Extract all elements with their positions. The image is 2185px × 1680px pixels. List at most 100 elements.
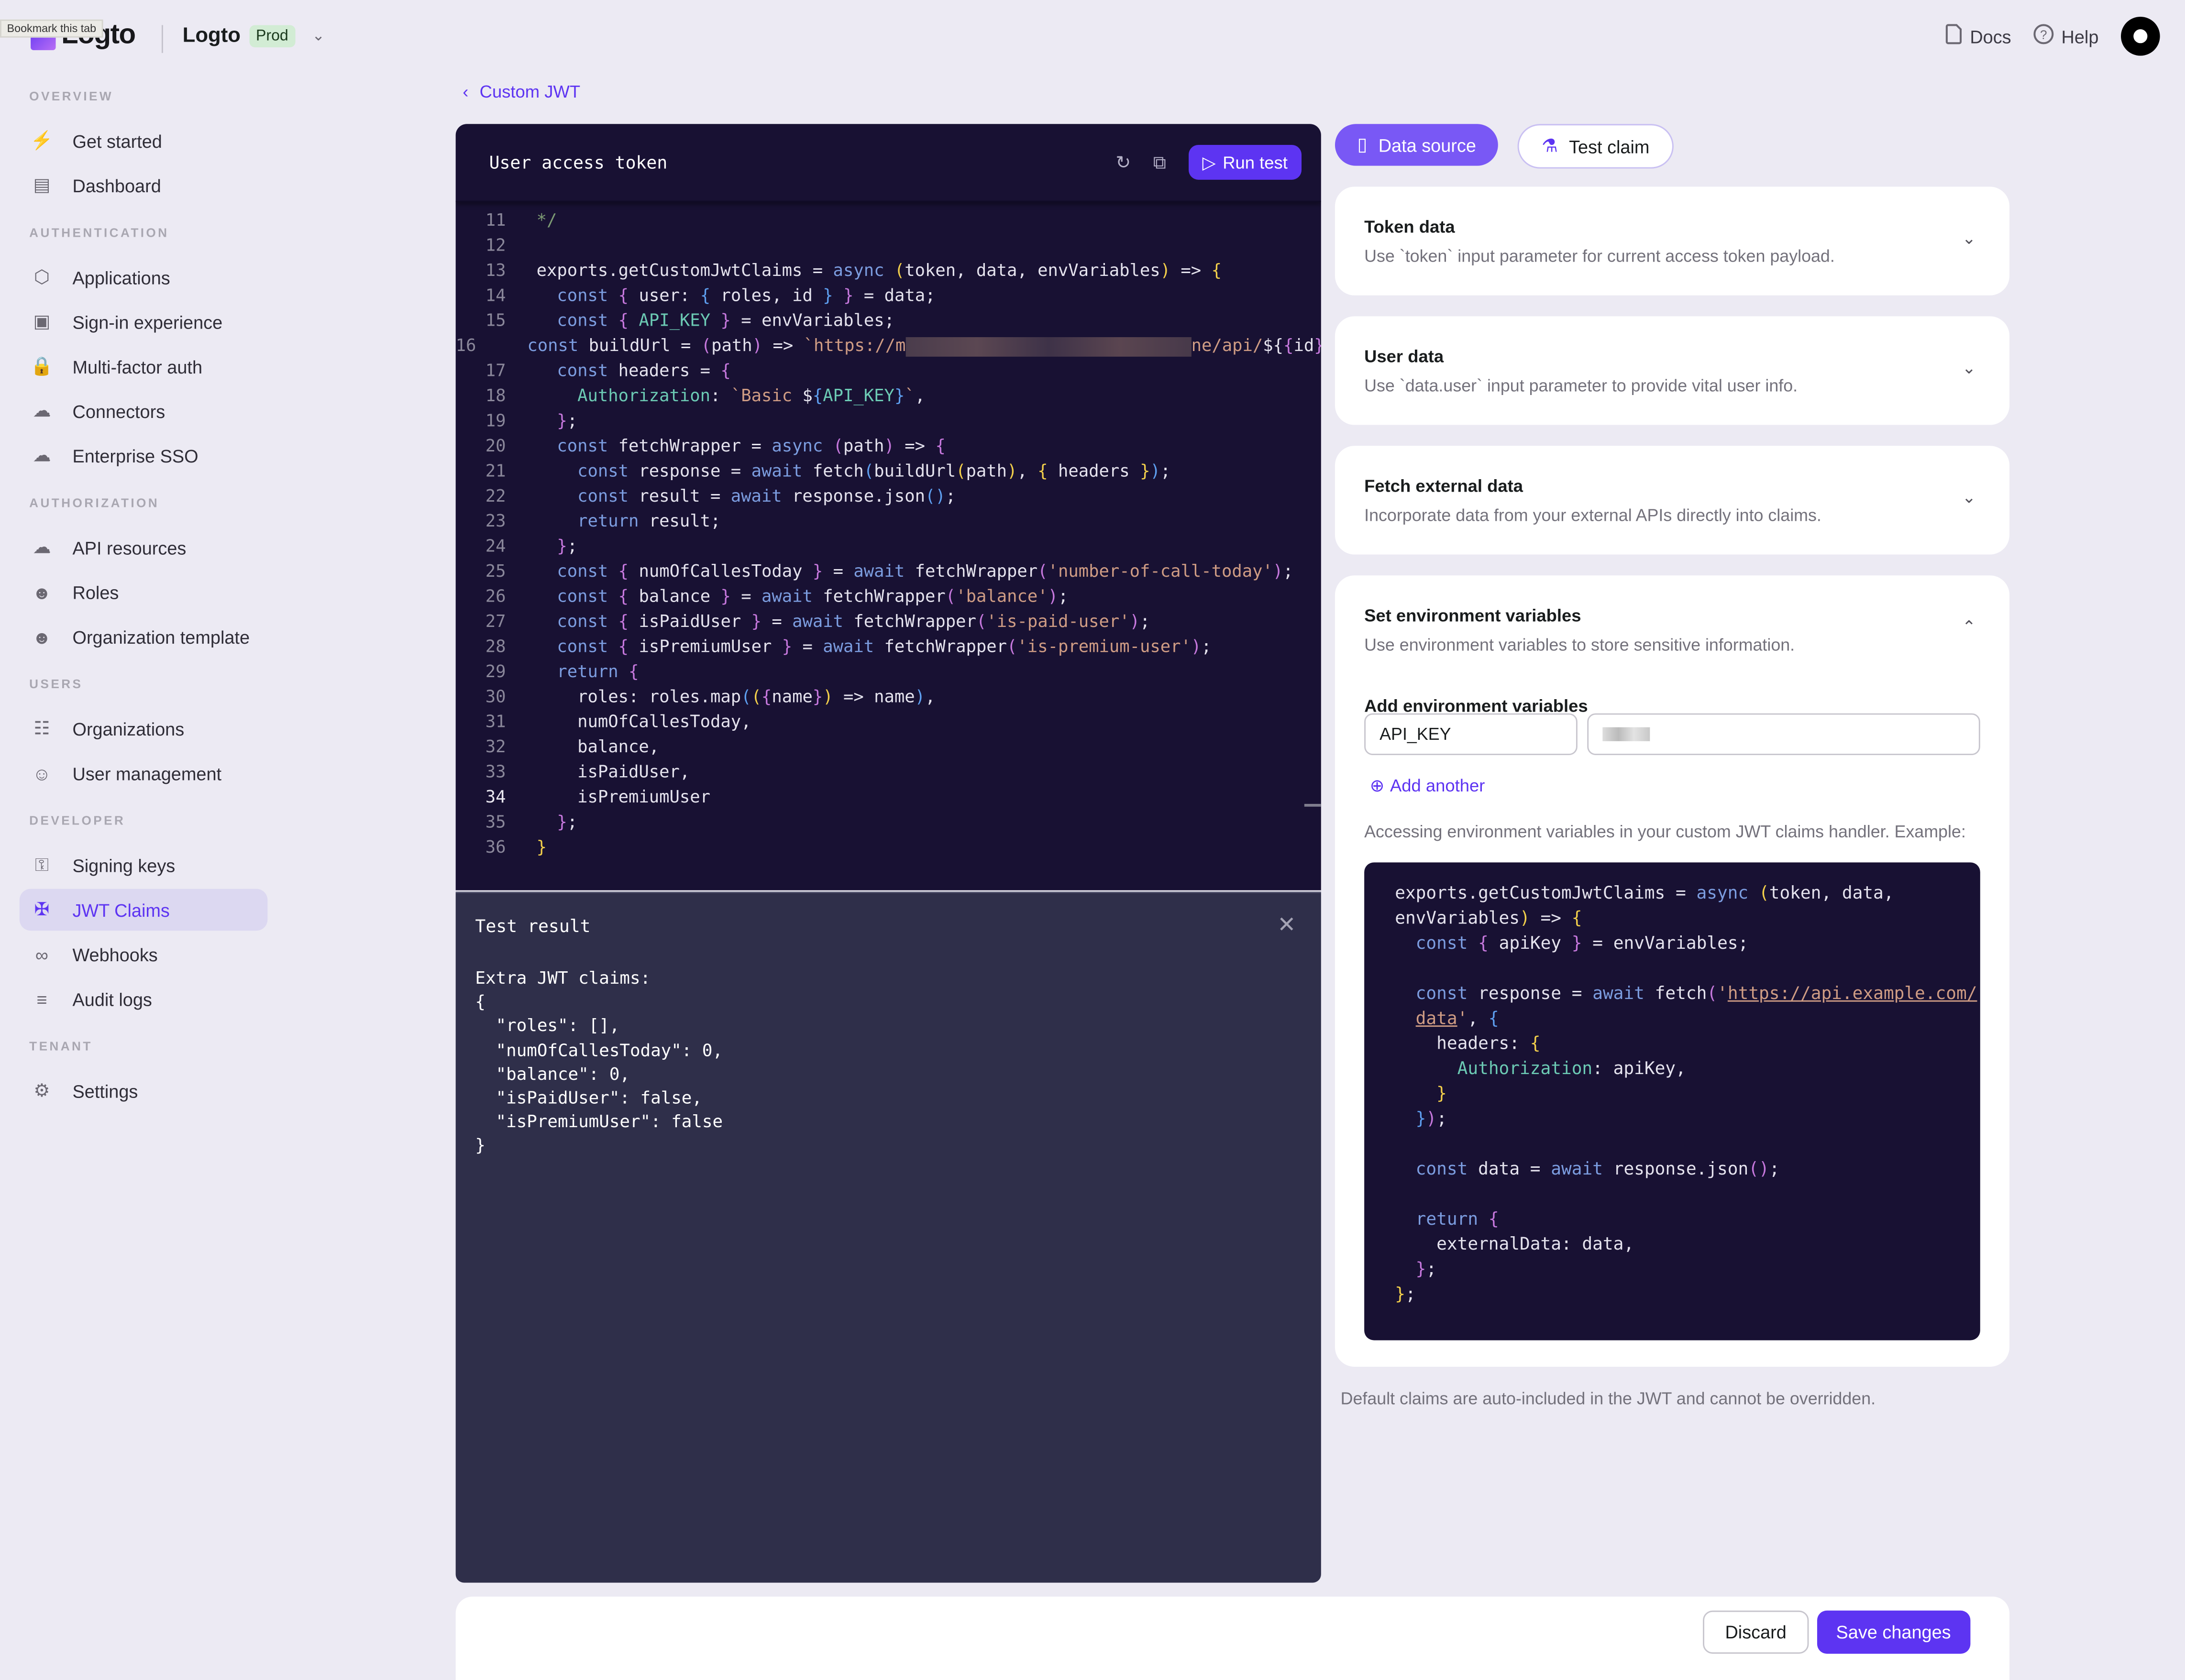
code-editor: User access token ↻ ⧉ ▷ Run test 11 */12 1…: [455, 124, 1321, 890]
code-text: isPremiumUser: [536, 787, 711, 807]
code-text: const { isPaidUser } = await fetchWrappe…: [557, 611, 1150, 631]
close-icon[interactable]: ✕: [1277, 911, 1296, 939]
env-value-input[interactable]: [1587, 713, 1980, 756]
line-number: 33: [485, 762, 506, 782]
avatar[interactable]: [2121, 16, 2160, 56]
token-data-card[interactable]: Token data Use `token` input parameter f…: [1335, 187, 2009, 296]
sidebar-item-label: Roles: [72, 582, 119, 603]
chevron-down-icon[interactable]: ⌄: [1962, 358, 1976, 378]
sidebar-item-audit-logs[interactable]: ≡ Audit logs: [20, 978, 268, 1020]
editor-title: User access token: [489, 152, 668, 173]
help-link[interactable]: ? Help: [2033, 24, 2098, 49]
env-hint: Accessing environment variables in your …: [1364, 822, 1966, 842]
chevron-up-icon[interactable]: ⌃: [1962, 617, 1976, 637]
scrollbar[interactable]: [1304, 803, 1321, 807]
line-number: 29: [485, 661, 506, 681]
breadcrumb-back[interactable]: ‹ Custom JWT: [463, 82, 580, 102]
code-line: 13 exports.getCustomJwtClaims = async (to…: [456, 258, 1321, 283]
sidebar-item-label: Sign-in experience: [72, 311, 223, 332]
line-number: 22: [485, 486, 506, 506]
chevron-left-icon: ‹: [463, 82, 469, 102]
discard-button[interactable]: Discard: [1702, 1610, 1809, 1654]
chevron-down-icon[interactable]: ⌄: [1962, 488, 1976, 507]
add-another-button[interactable]: ⊕ Add another: [1370, 775, 1485, 795]
fetch-external-data-card[interactable]: Fetch external data Incorporate data fro…: [1335, 446, 2009, 555]
user-circle-icon: ☺: [33, 763, 51, 784]
line-number: 28: [485, 637, 506, 657]
copy-icon[interactable]: ⧉: [1153, 151, 1166, 174]
docs-link[interactable]: Docs: [1945, 24, 2011, 49]
card-desc: Incorporate data from your external APIs…: [1364, 505, 1821, 526]
example-code-block: exports.getCustomJwtClaims = async (toke…: [1364, 862, 1980, 1340]
code-text: return result;: [577, 511, 721, 531]
user-data-card[interactable]: User data Use `data.user` input paramete…: [1335, 316, 2009, 425]
default-claims-note: Default claims are auto-included in the …: [1340, 1389, 1876, 1409]
code-line: 12: [456, 233, 1321, 258]
sidebar-item-sign-in-experience[interactable]: ▣ Sign-in experience: [20, 301, 268, 342]
sidebar-item-label: Connectors: [72, 400, 166, 422]
chevron-down-icon[interactable]: ⌄: [1962, 229, 1976, 248]
org-tree-icon: ☷: [33, 717, 50, 739]
card-desc: Use environment variables to store sensi…: [1364, 635, 1795, 655]
code-text: }: [536, 837, 547, 857]
list-icon: ≡: [36, 988, 47, 1010]
code-text: roles: roles.map(({name}) => name),: [536, 687, 936, 707]
sidebar-item-label: Applications: [72, 266, 170, 288]
cloud-key-icon: ☁: [33, 444, 51, 466]
tenant-selector[interactable]: Logto Prod ⌄: [183, 24, 325, 48]
sidebar-item-roles[interactable]: ☻ Roles: [20, 571, 268, 613]
reset-icon[interactable]: ↻: [1115, 151, 1131, 174]
tab-data-source[interactable]: ▯ Data source: [1335, 124, 1499, 166]
divider: [161, 25, 163, 53]
line-number: 34: [485, 787, 506, 807]
card-title: User data: [1364, 347, 1444, 367]
code-text: const { numOfCallesToday } = await fetch…: [557, 561, 1293, 581]
sidebar-item-settings[interactable]: ⚙ Settings: [20, 1070, 268, 1111]
code-area[interactable]: 11 */ 12 13 exports.getCustomJwtClaims = asy…: [456, 202, 1321, 859]
line-number: 18: [485, 385, 506, 406]
code-text: };: [557, 536, 578, 556]
tab-label: Test claim: [1569, 136, 1650, 157]
code-line: 24 };: [456, 534, 1321, 559]
sidebar-item-label: Signing keys: [72, 855, 176, 876]
sidebar-item-multi-factor-auth[interactable]: 🔒 Multi-factor auth: [20, 345, 268, 387]
sidebar-item-jwt-claims[interactable]: ✠ JWT Claims: [19, 889, 268, 931]
sidebar-item-dashboard[interactable]: ▤ Dashboard: [20, 165, 268, 206]
help-label: Help: [2061, 25, 2099, 47]
add-another-label: Add another: [1390, 775, 1485, 795]
sidebar-item-user-management[interactable]: ☺ User management: [20, 752, 268, 794]
tab-test-claim[interactable]: ⚗ Test claim: [1518, 124, 1674, 169]
sidebar-item-webhooks[interactable]: ∞ Webhooks: [20, 933, 268, 975]
line-number: 32: [485, 737, 506, 757]
example-code: exports.getCustomJwtClaims = async (toke…: [1395, 882, 1977, 1304]
code-line: 32 balance,: [456, 734, 1321, 759]
run-test-button[interactable]: ▷ Run test: [1188, 144, 1302, 180]
sidebar-item-organization-template[interactable]: ☻ Organization template: [20, 616, 268, 658]
gear-icon: ⚙: [33, 1079, 50, 1101]
code-line: 15 const { API_KEY } = envVariables;: [456, 308, 1321, 333]
tab-label: Data source: [1378, 134, 1476, 155]
user-card-icon: ☻: [32, 582, 52, 603]
sidebar-section-title: USERS: [29, 677, 83, 691]
sidebar-item-enterprise-sso[interactable]: ☁ Enterprise SSO: [20, 435, 268, 476]
sidebar-item-connectors[interactable]: ☁ Connectors: [20, 390, 268, 432]
line-number: 21: [485, 461, 506, 481]
env-key-input[interactable]: [1364, 713, 1578, 756]
code-text: balance,: [536, 737, 660, 757]
code-line: 14 const { user: { roles, id } } = data;: [456, 283, 1321, 307]
code-text: const { isPremiumUser } = await fetchWra…: [557, 637, 1212, 657]
sidebar-item-signing-keys[interactable]: ⚿ Signing keys: [20, 844, 268, 886]
sidebar-item-get-started[interactable]: ⚡ Get started: [20, 120, 268, 162]
code-text: const { balance } = await fetchWrapper('…: [557, 586, 1069, 606]
line-number: 30: [485, 687, 506, 707]
card-title: Fetch external data: [1364, 476, 1523, 496]
help-icon: ?: [2033, 24, 2054, 49]
sidebar-item-api-resources[interactable]: ☁ API resources: [20, 527, 268, 568]
chart-icon: ▤: [33, 174, 51, 195]
save-changes-button[interactable]: Save changes: [1816, 1610, 1971, 1654]
docs-label: Docs: [1970, 25, 2011, 47]
sidebar-item-organizations[interactable]: ☷ Organizations: [20, 708, 268, 749]
sidebar-item-applications[interactable]: ⬡ Applications: [20, 256, 268, 298]
code-line: 22 const result = await response.json();: [456, 483, 1321, 508]
code-text: };: [557, 812, 578, 832]
